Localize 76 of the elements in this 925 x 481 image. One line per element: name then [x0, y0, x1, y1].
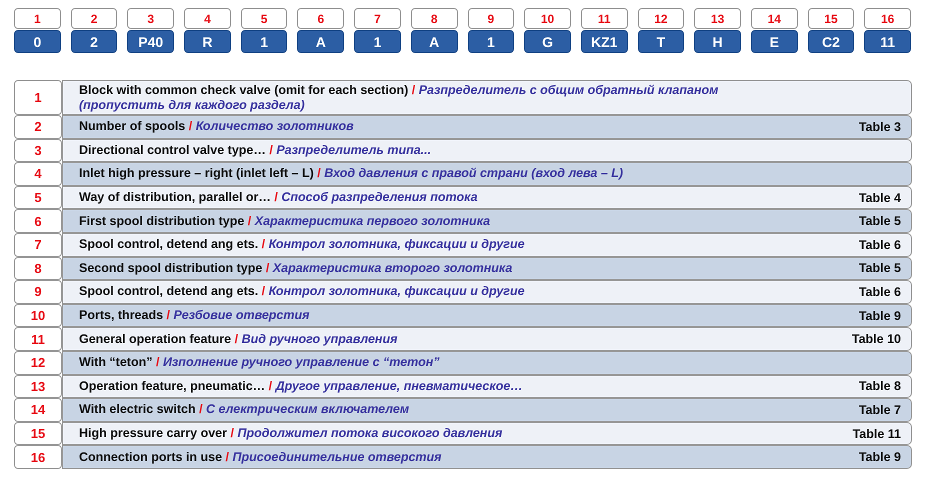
table-reference: Table 9 — [858, 308, 901, 323]
row-number: 1 — [14, 80, 62, 115]
row-number: 2 — [14, 115, 62, 139]
row-number: 7 — [14, 232, 62, 257]
item-description: Directional control valve type… / Разпределитель типа... — [79, 142, 432, 158]
item-description: High pressure carry over / Продолжител потока високого давления — [79, 426, 502, 442]
code-value: A — [297, 30, 344, 53]
code-value: H — [694, 30, 741, 53]
table-reference: Table 11 — [852, 426, 901, 441]
position-number: 15 — [808, 8, 854, 29]
item-description: Inlet high pressure – right (inlet left – L) / Вход давления с правой страни (вход лева – L) — [79, 166, 624, 182]
code-value: C2 — [808, 30, 854, 53]
position-number: 11 — [580, 8, 628, 29]
code-value: 11 — [864, 30, 911, 53]
position-number: 14 — [750, 8, 798, 29]
position-number: 8 — [410, 8, 458, 29]
row-number: 14 — [14, 398, 62, 422]
row-number: 13 — [14, 374, 62, 398]
table-reference: Table 6 — [858, 238, 901, 252]
code-value: KZ1 — [580, 30, 628, 53]
row-number: 15 — [14, 422, 62, 446]
item-description: Second spool distribution type / Характеристика второго золотника — [79, 260, 512, 276]
item-description: First spool distribution type / Характеристика первого золотника — [79, 214, 490, 229]
item-description: With electric switch / С електрическим включателем — [79, 402, 410, 418]
position-number: 13 — [694, 8, 741, 29]
position-number: 7 — [354, 8, 401, 29]
position-number: 16 — [864, 8, 911, 29]
code-value: E — [750, 30, 798, 53]
table-reference: Table 6 — [858, 284, 901, 299]
table-reference: Table 5 — [858, 214, 901, 228]
code-value: P40 — [127, 30, 174, 53]
position-number: 1 — [14, 8, 61, 29]
code-value: 0 — [14, 30, 61, 53]
position-number: 2 — [70, 8, 118, 29]
position-number: 3 — [127, 8, 174, 29]
row-number: 3 — [14, 138, 62, 162]
row-number: 8 — [14, 256, 62, 280]
code-value: 1 — [240, 30, 288, 53]
table-reference: Table 4 — [858, 190, 901, 205]
item-description: Number of spools / Количество золотников — [79, 119, 354, 134]
code-value: 2 — [70, 30, 118, 53]
row-number: 12 — [14, 350, 62, 375]
position-number: 12 — [638, 8, 684, 29]
code-value: 1 — [354, 30, 401, 53]
item-description: Spool control, detend ang ets. / Контрол золотника, фиксации и другие — [79, 237, 525, 252]
item-description: Block with common check valve (omit for each section) / Разпределитель с общим обратный клапаном (пропустить для каждого раздела) — [79, 82, 720, 112]
table-reference: Table 7 — [858, 402, 901, 417]
row-number: 6 — [14, 209, 62, 233]
position-number: 5 — [240, 8, 288, 29]
code-value: T — [638, 30, 684, 53]
code-value: G — [524, 30, 571, 53]
row-number: 10 — [14, 304, 62, 328]
position-number: 9 — [468, 8, 514, 29]
table-reference: Table 8 — [858, 379, 901, 394]
item-description: Spool control, detend ang ets. / Контрол золотника, фиксации и другие — [79, 284, 525, 300]
code-value: R — [184, 30, 231, 53]
code-value: 1 — [468, 30, 514, 53]
table-reference: Table 9 — [858, 450, 901, 464]
row-number: 9 — [14, 280, 62, 304]
item-description: Connection ports in use / Присоединительние отверстия — [79, 450, 442, 465]
item-description: Ports, threads / Резбовие отверстия — [79, 308, 310, 324]
position-number: 4 — [184, 8, 231, 29]
item-description: Way of distribution, parallel or… / Способ разпределения потока — [79, 190, 478, 206]
row-number: 11 — [14, 327, 62, 351]
item-description: General operation feature / Вид ручного управления — [79, 332, 398, 347]
code-value: A — [410, 30, 458, 53]
table-reference: Table 3 — [858, 120, 901, 134]
position-number: 6 — [297, 8, 344, 29]
row-number: 16 — [14, 445, 62, 469]
row-number: 4 — [14, 162, 62, 186]
row-number: 5 — [14, 186, 62, 210]
position-number: 10 — [524, 8, 571, 29]
table-reference: Table 10 — [852, 332, 901, 346]
item-description: With “teton” / Изполнение ручного управление с “тетон” — [79, 355, 440, 370]
item-description: Operation feature, pneumatic… / Другое управление, пневматическое… — [79, 378, 523, 394]
table-reference: Table 5 — [858, 261, 901, 276]
